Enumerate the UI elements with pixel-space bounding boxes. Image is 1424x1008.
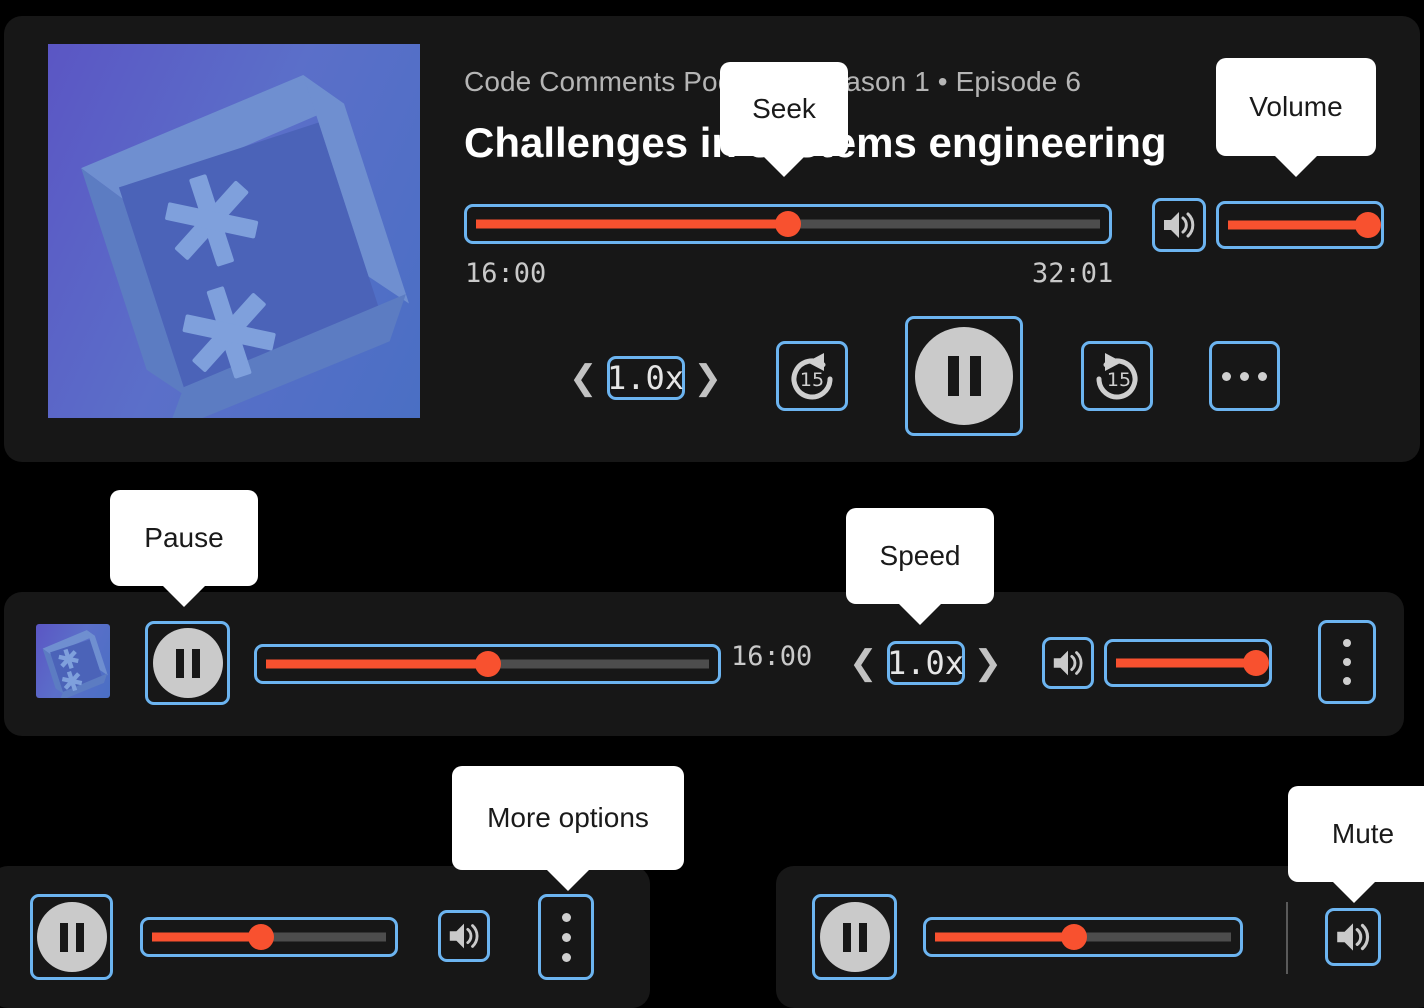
- tooltip-mute-label: Mute: [1331, 818, 1395, 849]
- speed-value[interactable]: 1.0x: [606, 356, 685, 400]
- tooltip-seek-label: Seek: [752, 93, 816, 124]
- seek-thumb[interactable]: [474, 651, 501, 677]
- seek-fill: [935, 932, 1075, 942]
- pause-icon: [842, 922, 867, 952]
- tooltip-mute: Mute: [1288, 786, 1424, 903]
- volume-track: [1116, 658, 1260, 668]
- tooltip-arrow: [898, 603, 942, 625]
- compact-mute-button[interactable]: [1042, 637, 1094, 689]
- mini-right-divider: [1286, 902, 1288, 974]
- pause-disc: [152, 628, 223, 698]
- pause-button[interactable]: [905, 316, 1023, 436]
- pause-disc: [36, 902, 107, 972]
- speaker-icon: [449, 923, 479, 949]
- more-vertical-icon: [561, 912, 571, 962]
- compact-speed-control: ❮ 1.0x ❯: [849, 641, 1002, 685]
- tooltip-arrow: [546, 869, 590, 891]
- speed-control: ❮ 1.0x ❯: [569, 356, 722, 400]
- tooltip-seek: Seek: [720, 62, 848, 177]
- speed-decrease-button[interactable]: ❮: [849, 646, 878, 680]
- speed-increase-button[interactable]: ❯: [694, 361, 723, 395]
- speaker-icon: [1337, 923, 1370, 951]
- seek-fill: [266, 659, 488, 669]
- mini-right-mute-button[interactable]: [1325, 908, 1381, 966]
- compact-more-options-button[interactable]: [1318, 620, 1376, 704]
- tooltip-pause-label: Pause: [144, 522, 224, 553]
- more-vertical-icon: [1343, 639, 1351, 685]
- pause-icon: [947, 356, 981, 396]
- compact-player-bar: 16:00 ❮ 1.0x ❯: [4, 592, 1404, 736]
- tooltip-volume-label: Volume: [1249, 91, 1343, 122]
- pause-disc: [915, 327, 1013, 425]
- compact-current-time: 16:00: [731, 641, 813, 672]
- compact-speed-value[interactable]: 1.0x: [886, 641, 965, 685]
- svg-text:15: 15: [1107, 369, 1131, 391]
- player-showcase: Code Comments Podcast • Season 1 • Episo…: [0, 0, 1424, 1008]
- seek-thumb[interactable]: [1060, 924, 1087, 950]
- current-time: 16:00: [465, 258, 547, 289]
- mini-left-mute-button[interactable]: [438, 910, 490, 962]
- seek-fill: [152, 932, 262, 942]
- tooltip-arrow: [762, 155, 806, 177]
- more-horizontal-icon: [1222, 371, 1267, 381]
- mini-right-pause-button[interactable]: [812, 894, 897, 980]
- mini-left-pause-button[interactable]: [30, 894, 113, 980]
- compact-volume-slider[interactable]: [1104, 639, 1272, 687]
- speaker-icon: [1164, 212, 1195, 238]
- mini-left-more-options-button[interactable]: [538, 894, 594, 980]
- compact-pause-button[interactable]: [145, 621, 230, 705]
- volume-fill: [1228, 220, 1372, 230]
- speed-decrease-button[interactable]: ❮: [569, 361, 598, 395]
- volume-thumb[interactable]: [1243, 650, 1269, 676]
- tooltip-more-options-label: More options: [487, 802, 649, 833]
- volume-track: [1228, 220, 1372, 230]
- tooltip-arrow: [162, 585, 206, 607]
- compact-seek-slider[interactable]: [254, 644, 721, 684]
- total-time: 32:01: [1032, 258, 1114, 289]
- seek-thumb[interactable]: [775, 211, 801, 237]
- seek-fill: [476, 219, 788, 229]
- skip-back-15-button[interactable]: 15: [776, 341, 848, 411]
- tooltip-speed: Speed: [846, 508, 994, 625]
- svg-text:15: 15: [800, 369, 824, 391]
- skip-forward-15-icon: 15: [1096, 353, 1138, 400]
- skip-back-15-icon: 15: [791, 353, 833, 400]
- more-options-button[interactable]: [1209, 341, 1280, 411]
- main-player-panel: Code Comments Podcast • Season 1 • Episo…: [4, 16, 1420, 462]
- pause-icon: [59, 922, 84, 952]
- seek-slider[interactable]: [464, 204, 1112, 244]
- pause-icon: [175, 648, 200, 678]
- skip-forward-15-button[interactable]: 15: [1081, 341, 1153, 411]
- volume-thumb[interactable]: [1355, 212, 1381, 238]
- album-artwork: [48, 44, 420, 418]
- tooltip-pause: Pause: [110, 490, 258, 607]
- mute-button[interactable]: [1152, 198, 1206, 252]
- mini-player-bar-right: [776, 866, 1424, 1008]
- speaker-icon: [1053, 650, 1083, 676]
- pause-disc: [819, 902, 890, 972]
- mini-right-seek-slider[interactable]: [923, 917, 1243, 957]
- tooltip-arrow: [1332, 881, 1376, 903]
- mini-left-seek-slider[interactable]: [140, 917, 398, 957]
- volume-slider[interactable]: [1216, 201, 1384, 249]
- speed-increase-button[interactable]: ❯: [974, 646, 1003, 680]
- tooltip-more-options: More options: [452, 766, 684, 891]
- tooltip-speed-label: Speed: [879, 540, 961, 571]
- volume-fill: [1116, 658, 1260, 668]
- seek-thumb[interactable]: [248, 924, 275, 950]
- compact-artwork: [36, 624, 110, 698]
- tooltip-volume: Volume: [1216, 58, 1376, 177]
- tooltip-arrow: [1274, 155, 1318, 177]
